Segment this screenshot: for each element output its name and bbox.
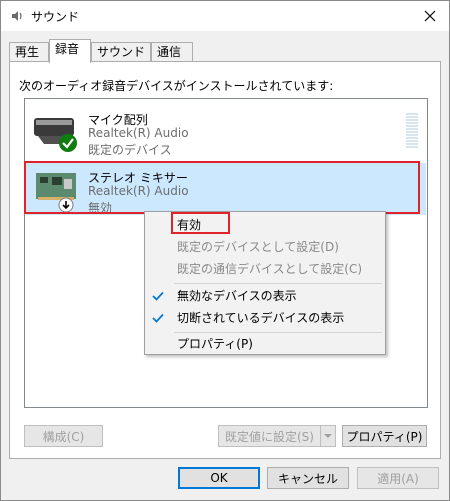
sound-card-icon	[36, 173, 76, 213]
sound-dialog: サウンド 再生 録音 サウンド 通信 次のオーディオ録音デバイスがインストールさ…	[0, 0, 450, 501]
menu-item-enable[interactable]: 有効	[145, 214, 385, 236]
device-item-microphone-array[interactable]: マイク配列 Realtek(R) Audio 既定のデバイス	[26, 105, 426, 157]
tab-communications[interactable]: 通信	[151, 42, 193, 62]
tab-recording[interactable]: 録音	[49, 39, 91, 63]
title-bar: サウンド	[1, 1, 449, 31]
ok-button[interactable]: OK	[178, 467, 260, 489]
menu-item-show-disabled-row[interactable]: 無効なデバイスの表示	[145, 285, 385, 307]
close-icon	[424, 10, 436, 22]
tab-sounds[interactable]: サウンド	[91, 42, 151, 62]
microphone-array-icon	[34, 118, 77, 152]
cancel-button[interactable]: キャンセル	[267, 467, 349, 489]
instruction-text: 次のオーディオ録音デバイスがインストールされています:	[19, 79, 334, 93]
menu-item-show-disconnected-row[interactable]: 切断されているデバイスの表示	[145, 307, 385, 329]
chevron-down-icon	[324, 433, 332, 438]
set-default-button[interactable]: 既定値に設定(S)	[218, 425, 321, 447]
menu-item-set-default-device[interactable]: 既定のデバイスとして設定(D)	[145, 236, 385, 258]
menu-separator	[174, 283, 382, 284]
menu-item-set-default-communication[interactable]: 既定の通信デバイスとして設定(C)	[145, 258, 385, 280]
device-driver: Realtek(R) Audio	[88, 126, 189, 140]
menu-item-show-disconnected[interactable]: 切断されているデバイスの表示	[145, 307, 385, 329]
tab-playback[interactable]: 再生	[9, 42, 49, 62]
apply-button[interactable]: 適用(A)	[357, 467, 439, 489]
device-driver: Realtek(R) Audio	[88, 184, 189, 198]
window-title: サウンド	[31, 10, 80, 24]
configure-button[interactable]: 構成(C)	[24, 425, 103, 447]
close-button[interactable]	[411, 1, 449, 31]
device-status: 既定のデバイス	[88, 143, 172, 157]
set-default-dropdown[interactable]	[320, 425, 336, 447]
level-meter	[406, 113, 418, 151]
speaker-icon	[12, 11, 22, 21]
context-menu: 有効 既定のデバイスとして設定(D) 既定の通信デバイスとして設定(C) 無効な…	[144, 211, 386, 355]
menu-item-properties[interactable]: プロパティ(P)	[145, 333, 385, 355]
properties-button[interactable]: プロパティ(P)	[342, 425, 427, 447]
device-item-stereo-mixer[interactable]: ステレオ ミキサー Realtek(R) Audio 無効	[26, 163, 426, 215]
menu-item-show-disabled[interactable]: 無効なデバイスの表示	[145, 285, 385, 307]
device-status: 無効	[88, 201, 113, 215]
